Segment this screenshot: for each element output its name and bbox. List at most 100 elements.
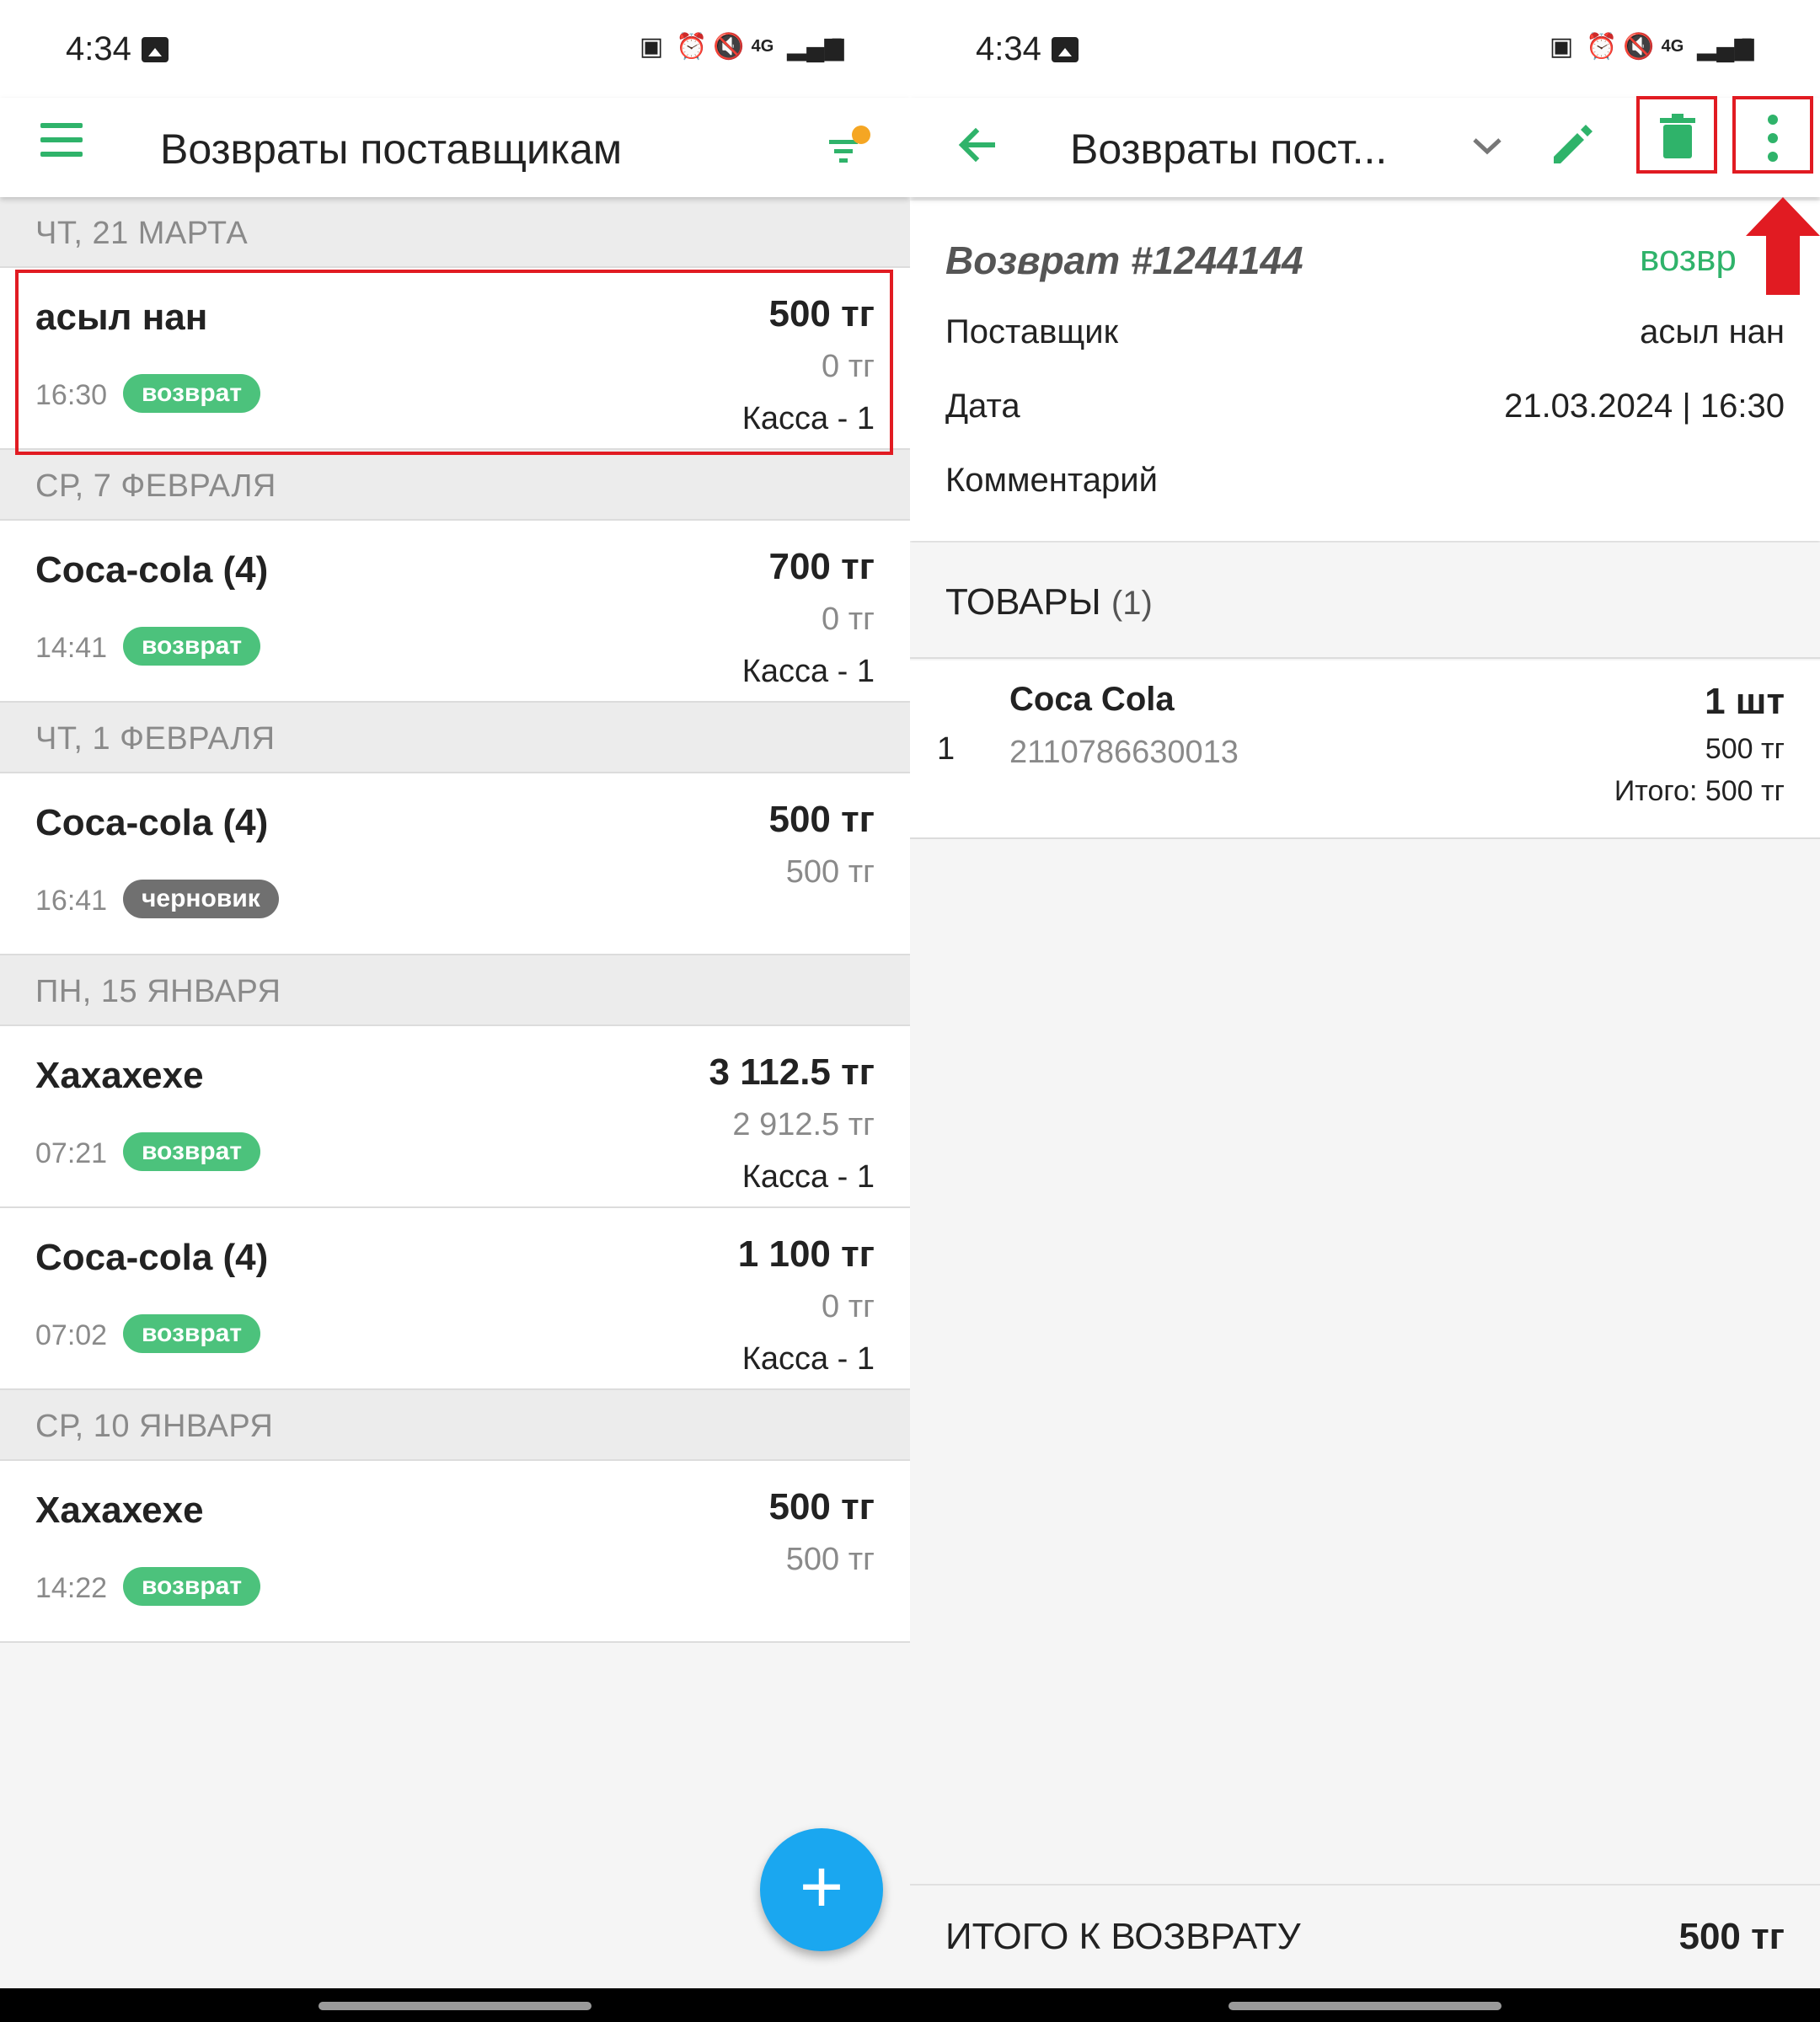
goods-total: Итого: 500 тг <box>1614 775 1785 807</box>
status-badge: возврат <box>123 627 261 666</box>
supplier-name: Coca-cola (4) <box>35 802 269 843</box>
return-list-item[interactable]: Coca-cola (4) 14:41 возврат 700 тг 0 тг … <box>0 521 910 703</box>
return-sum: 500 тг <box>768 1486 875 1527</box>
battery-saver-icon: ▣ <box>639 33 664 61</box>
more-options-button[interactable] <box>1732 96 1813 174</box>
mute-icon: 🔇 <box>1623 33 1655 61</box>
battery-icon: ▮ <box>1739 33 1754 61</box>
status-icons: ▣ ⏰ 🔇 4G ▂▄▆ ▮ <box>1549 32 1759 62</box>
trash-icon <box>1660 114 1695 158</box>
returns-list: ЧТ, 21 МАРТА асыл нан 16:30 возврат 500 … <box>0 197 910 1643</box>
date-group-header: ПН, 15 ЯНВАРЯ <box>0 955 910 1026</box>
paid-sum: 0 тг <box>822 1289 875 1324</box>
paid-sum: 500 тг <box>785 1542 875 1577</box>
goods-barcode: 2110786630013 <box>1009 735 1239 770</box>
supplier-name: Xахахеxе <box>35 1055 204 1096</box>
delete-button[interactable] <box>1636 96 1717 174</box>
paid-sum: 2 912.5 тг <box>732 1107 875 1142</box>
signal-icon: ▂▄▆ <box>1697 33 1754 61</box>
return-time: 14:22 <box>35 1572 108 1604</box>
app-bar: Возвраты пост... <box>910 96 1820 197</box>
return-info-card: Возврат #1244144 возвр Поставщик асыл на… <box>910 201 1820 541</box>
return-detail-screen: 4:34 ▣ ⏰ 🔇 4G ▂▄▆ ▮ Возвраты пост... Воз… <box>910 0 1820 1988</box>
status-badge: возврат <box>123 374 261 413</box>
supplier-name: Coca-cola (4) <box>35 549 269 591</box>
return-list-item[interactable]: Coca-cola (4) 16:41 черновик 500 тг 500 … <box>0 773 910 955</box>
4g-icon: 4G <box>1661 37 1684 56</box>
cash-register: Касса - 1 <box>741 1341 875 1377</box>
add-return-button[interactable]: + <box>760 1828 883 1951</box>
return-list-item[interactable]: Xахахеxе 14:22 возврат 500 тг 500 тг <box>0 1461 910 1643</box>
date-label: Дата <box>945 388 1020 425</box>
goods-section-header: ТОВАРЫ (1) <box>910 543 1820 659</box>
return-total-footer: ИТОГО К ВОЗВРАТУ 500 тг <box>910 1884 1820 1988</box>
filter-icon[interactable] <box>824 123 875 174</box>
red-arrow-annotation-icon <box>1746 197 1820 295</box>
return-time: 16:30 <box>35 379 108 411</box>
cash-register: Касса - 1 <box>741 654 875 689</box>
back-arrow-icon[interactable] <box>952 120 1003 170</box>
page-title: Возвраты поставщикам <box>160 126 623 173</box>
status-bar: 4:34 ▣ ⏰ 🔇 4G ▂▄▆ ▮ <box>910 0 1820 98</box>
goods-title: ТОВАРЫ (1) <box>945 581 1153 623</box>
return-list-item[interactable]: Coca-cola (4) 07:02 возврат 1 100 тг 0 т… <box>0 1208 910 1390</box>
battery-saver-icon: ▣ <box>1549 33 1574 61</box>
return-sum: 500 тг <box>768 293 875 334</box>
status-bar: 4:34 ▣ ⏰ 🔇 4G ▂▄▆ ▮ <box>0 0 910 98</box>
return-time: 07:21 <box>35 1137 108 1169</box>
home-gesture-pill[interactable] <box>1228 2002 1502 2010</box>
status-icons: ▣ ⏰ 🔇 4G ▂▄▆ ▮ <box>639 32 849 62</box>
return-number: Возврат #1244144 <box>945 238 1303 282</box>
status-badge: возврат <box>123 1314 261 1353</box>
battery-icon: ▮ <box>829 33 844 61</box>
return-status: возвр <box>1640 238 1737 279</box>
system-nav-bar <box>0 1988 1820 2022</box>
menu-icon[interactable] <box>40 123 83 165</box>
alarm-icon: ⏰ <box>676 33 708 61</box>
goods-header-label: ТОВАРЫ <box>945 581 1101 623</box>
status-time: 4:34 <box>976 30 1041 67</box>
return-list-item[interactable]: асыл нан 16:30 возврат 500 тг 0 тг Касса… <box>0 268 910 455</box>
cash-register: Касса - 1 <box>741 1159 875 1195</box>
cash-register: Касса - 1 <box>741 401 875 436</box>
supplier-name: Xахахеxе <box>35 1490 204 1531</box>
goods-count: (1) <box>1111 585 1153 622</box>
status-badge: возврат <box>123 1567 261 1606</box>
supplier-name: Coca-cola (4) <box>35 1237 269 1278</box>
chevron-down-icon[interactable] <box>1466 120 1508 170</box>
goods-name: Coca Cola <box>1009 681 1175 718</box>
return-sum: 1 100 тг <box>737 1233 875 1275</box>
supplier-label: Поставщик <box>945 313 1119 350</box>
date-group-header: СР, 10 ЯНВАРЯ <box>0 1390 910 1461</box>
goods-quantity: 1 шт <box>1705 681 1785 722</box>
supplier-name: асыл нан <box>35 297 208 338</box>
mute-icon: 🔇 <box>713 33 745 61</box>
return-list-item[interactable]: Xахахеxе 07:21 возврат 3 112.5 тг 2 912.… <box>0 1026 910 1208</box>
goods-index: 1 <box>937 731 956 767</box>
returns-list-screen: 4:34 ▣ ⏰ 🔇 4G ▂▄▆ ▮ Возвраты поставщикам… <box>0 0 910 1988</box>
goods-row[interactable]: 1 Coca Cola 2110786630013 1 шт 500 тг Ит… <box>910 661 1820 839</box>
date-group-header: ЧТ, 1 ФЕВРАЛЯ <box>0 703 910 773</box>
image-icon <box>1052 37 1079 62</box>
return-time: 14:41 <box>35 632 108 664</box>
alarm-icon: ⏰ <box>1586 33 1618 61</box>
return-sum: 700 тг <box>768 546 875 587</box>
paid-sum: 500 тг <box>785 854 875 890</box>
status-time: 4:34 <box>66 30 131 67</box>
comment-label: Комментарий <box>945 462 1158 499</box>
image-icon <box>142 37 169 62</box>
home-gesture-pill[interactable] <box>318 2002 592 2010</box>
status-badge: возврат <box>123 1132 261 1171</box>
supplier-value: асыл нан <box>1640 313 1785 350</box>
4g-icon: 4G <box>751 37 774 56</box>
return-time: 07:02 <box>35 1319 108 1351</box>
goods-price: 500 тг <box>1705 733 1785 765</box>
status-badge: черновик <box>123 880 279 918</box>
signal-icon: ▂▄▆ <box>787 33 844 61</box>
page-title[interactable]: Возвраты пост... <box>1070 113 1424 185</box>
date-group-header: ЧТ, 21 МАРТА <box>0 197 910 268</box>
edit-pencil-icon[interactable] <box>1542 115 1601 174</box>
date-value: 21.03.2024 | 16:30 <box>1504 388 1785 425</box>
return-time: 16:41 <box>35 885 108 917</box>
return-sum: 3 112.5 тг <box>709 1051 875 1093</box>
